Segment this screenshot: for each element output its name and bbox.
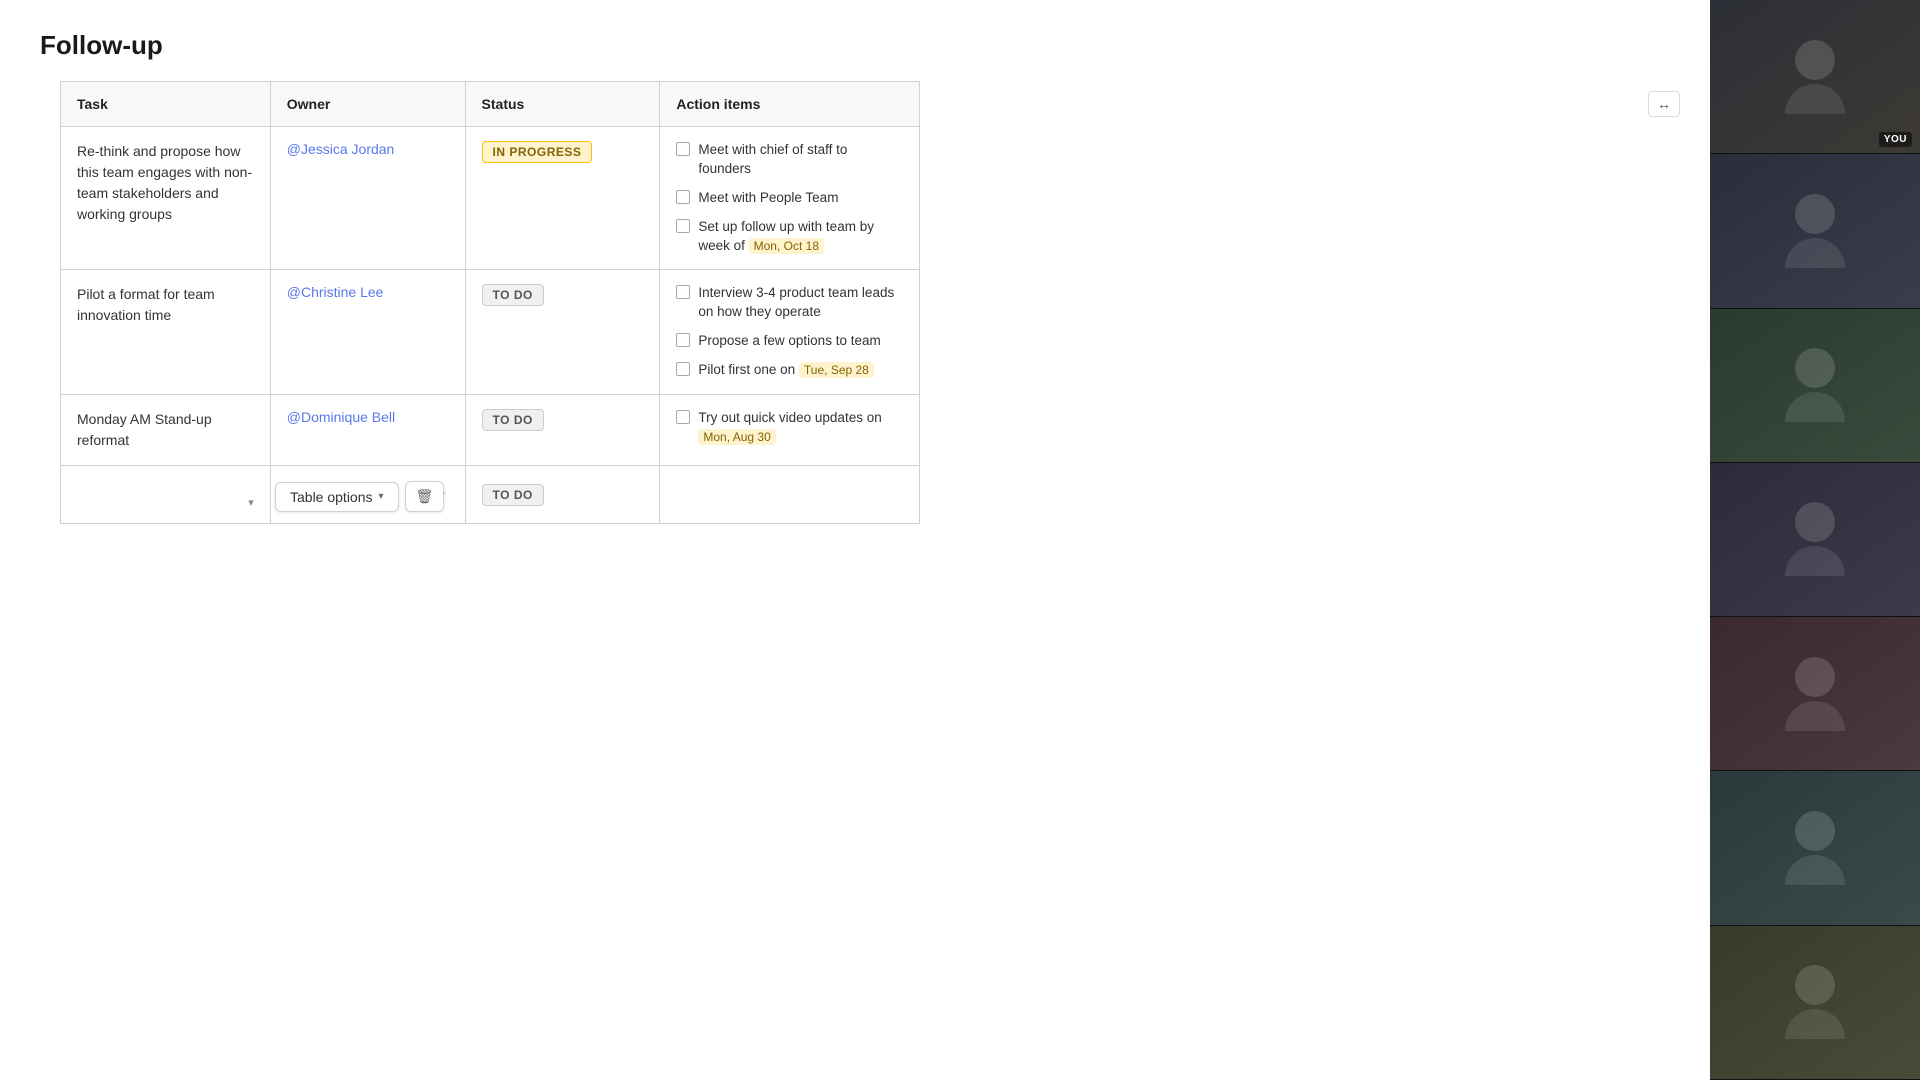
action-checkbox[interactable] [676, 362, 690, 376]
action-input-cell[interactable] [660, 466, 920, 524]
you-label: YOU [1879, 132, 1912, 147]
action-items-cell: Interview 3-4 product team leads on how … [660, 270, 920, 395]
status-cell[interactable]: TO DO [465, 270, 660, 395]
video-cell-6 [1710, 771, 1920, 925]
action-text: Pilot first one on Tue, Sep 28 [698, 361, 874, 380]
action-checkbox[interactable] [676, 142, 690, 156]
action-text: Meet with chief of staff to founders [698, 141, 903, 179]
owner-mention: @Dominique Bell [287, 409, 395, 425]
col-header-action: Action items [660, 82, 920, 127]
main-content: Follow-up ↔ Task Owner Status Action ite… [0, 0, 1710, 1080]
table-header-row: Task Owner Status Action items [61, 82, 920, 127]
video-cell-4 [1710, 463, 1920, 617]
page-title: Follow-up [40, 30, 1670, 61]
action-text: Try out quick video updates on Mon, Aug … [698, 409, 903, 447]
action-text: Interview 3-4 product team leads on how … [698, 284, 903, 322]
video-cell-7 [1710, 926, 1920, 1080]
status-cell[interactable]: TO DO [465, 395, 660, 466]
status-badge: IN PROGRESS [482, 141, 593, 163]
table-row: Pilot a format for team innovation time @… [61, 270, 920, 395]
video-placeholder-5 [1710, 617, 1920, 770]
owner-mention: @Christine Lee [287, 284, 384, 300]
action-text: Propose a few options to team [698, 332, 880, 351]
expand-button[interactable]: ↔ [1648, 91, 1680, 117]
action-item: Interview 3-4 product team leads on how … [676, 284, 903, 322]
action-checkbox[interactable] [676, 410, 690, 424]
table-options-bar: Table options ▾ 🗑 [275, 481, 444, 512]
video-cell-1: YOU [1710, 0, 1920, 154]
table-options-label: Table options [290, 489, 373, 505]
task-cell[interactable]: Pilot a format for team innovation time [61, 270, 271, 395]
action-checkbox[interactable] [676, 285, 690, 299]
video-placeholder-6 [1710, 771, 1920, 924]
task-input-cell[interactable]: ▾ [61, 466, 271, 524]
sidebar: YOU [1710, 0, 1920, 1080]
action-checkbox[interactable] [676, 333, 690, 347]
video-placeholder-3 [1710, 309, 1920, 462]
col-header-status: Status [465, 82, 660, 127]
owner-cell[interactable]: @Christine Lee [270, 270, 465, 395]
new-row-status-badge: TO DO [482, 484, 544, 506]
table-wrapper: ↔ Task Owner Status Action items Re-thin… [40, 81, 1670, 524]
action-item: Try out quick video updates on Mon, Aug … [676, 409, 903, 447]
video-placeholder-2 [1710, 154, 1920, 307]
status-input-cell[interactable]: TO DO [465, 466, 660, 524]
action-items-cell: Try out quick video updates on Mon, Aug … [660, 395, 920, 466]
action-checkbox[interactable] [676, 219, 690, 233]
action-text: Set up follow up with team by week of Mo… [698, 218, 903, 256]
video-cell-3 [1710, 309, 1920, 463]
table-row: Monday AM Stand-up reformat @Dominique Be… [61, 395, 920, 466]
video-cell-5 [1710, 617, 1920, 771]
col-header-task: Task [61, 82, 271, 127]
action-checkbox[interactable] [676, 190, 690, 204]
trash-icon: 🗑 [416, 488, 434, 504]
delete-button[interactable]: 🗑 [405, 481, 445, 512]
action-text: Meet with People Team [698, 189, 838, 208]
owner-mention: @Jessica Jordan [287, 141, 395, 157]
action-item: Pilot first one on Tue, Sep 28 [676, 361, 903, 380]
date-highlight: Mon, Oct 18 [749, 238, 824, 254]
table-row: Re-think and propose how this team engag… [61, 127, 920, 270]
video-placeholder-1: YOU [1710, 0, 1920, 153]
col-header-owner: Owner [270, 82, 465, 127]
action-item: Meet with chief of staff to founders [676, 141, 903, 179]
action-item: Meet with People Team [676, 189, 903, 208]
dropdown-arrow-icon: ▾ [248, 496, 254, 509]
video-cell-2 [1710, 154, 1920, 308]
video-placeholder-4 [1710, 463, 1920, 616]
owner-cell[interactable]: @Jessica Jordan [270, 127, 465, 270]
task-cell[interactable]: Re-think and propose how this team engag… [61, 127, 271, 270]
new-row: ▾@ mention team memberTO DO [61, 466, 920, 524]
action-items-cell: Meet with chief of staff to founders Meet… [660, 127, 920, 270]
status-badge: TO DO [482, 409, 544, 431]
action-item: Set up follow up with team by week of Mo… [676, 218, 903, 256]
task-input[interactable] [77, 480, 254, 496]
status-badge: TO DO [482, 284, 544, 306]
status-cell[interactable]: IN PROGRESS [465, 127, 660, 270]
table-options-button[interactable]: Table options ▾ [275, 482, 399, 512]
action-item: Propose a few options to team [676, 332, 903, 351]
chevron-down-icon: ▾ [379, 491, 384, 502]
follow-up-table: Task Owner Status Action items Re-think … [60, 81, 920, 524]
owner-cell[interactable]: @Dominique Bell [270, 395, 465, 466]
date-highlight: Mon, Aug 30 [698, 429, 775, 445]
video-placeholder-7 [1710, 926, 1920, 1079]
date-highlight: Tue, Sep 28 [799, 362, 874, 378]
task-cell[interactable]: Monday AM Stand-up reformat [61, 395, 271, 466]
